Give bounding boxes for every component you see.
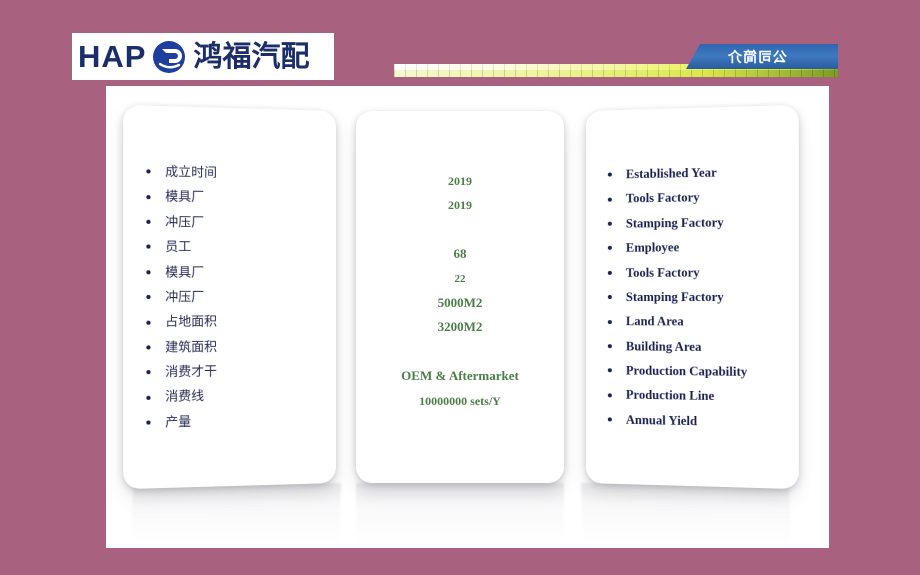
english-label: Production Line: [625, 388, 715, 404]
list-item: Employee: [586, 234, 799, 260]
english-label: Established Year: [625, 165, 717, 182]
ribbon-label: 公司简介: [727, 49, 787, 66]
english-label: Annual Yield: [625, 412, 698, 429]
header-gradient-bar-lower: [394, 70, 838, 77]
list-item: Production Capability: [586, 358, 799, 385]
value-item: 68: [453, 246, 467, 262]
chinese-label: 产量: [165, 413, 192, 430]
value-list: 2019 2019 68 22 5000M2 3200M2 OEM & Afte…: [356, 163, 564, 413]
card-reflection-left: [130, 483, 342, 545]
english-label-list: Established Year Tools Factory Stamping …: [586, 159, 799, 436]
list-item: Tools Factory: [586, 184, 799, 212]
english-labels-card: Established Year Tools Factory Stamping …: [586, 104, 799, 490]
content-panel: 成立时间 模具厂 冲压厂 员工 模具厂 冲压厂 占地面积 建筑面积 消费才干 消…: [106, 86, 829, 548]
values-card: 2019 2019 68 22 5000M2 3200M2 OEM & Afte…: [356, 111, 564, 483]
english-label: Tools Factory: [625, 190, 700, 206]
list-item: 成立时间: [123, 159, 336, 188]
list-item: Established Year: [586, 159, 799, 188]
list-item: Tools Factory: [586, 259, 799, 285]
chinese-label: 消费才干: [165, 363, 217, 380]
chinese-label: 模具厂: [165, 188, 205, 205]
list-item: 冲压厂: [123, 209, 336, 236]
english-labels-card-body: Established Year Tools Factory Stamping …: [586, 105, 799, 489]
list-item: Stamping Factory: [586, 209, 799, 236]
value-item: 2019: [448, 174, 472, 188]
chinese-label: 模具厂: [165, 263, 205, 280]
card-reflection-right: [580, 483, 792, 545]
english-label: Employee: [625, 240, 680, 255]
english-label: Building Area: [625, 338, 702, 354]
chinese-label: 成立时间: [165, 163, 217, 180]
logo-wordmark: HAP: [78, 39, 147, 74]
chinese-label: 冲压厂: [165, 288, 205, 305]
list-item: 产量: [123, 407, 336, 436]
chinese-labels-card: 成立时间 模具厂 冲压厂 员工 模具厂 冲压厂 占地面积 建筑面积 消费才干 消…: [123, 104, 336, 490]
chinese-label: 消费线: [165, 388, 205, 405]
chinese-label-list: 成立时间 模具厂 冲压厂 员工 模具厂 冲压厂 占地面积 建筑面积 消费才干 消…: [123, 159, 336, 436]
list-item: 建筑面积: [123, 334, 336, 360]
value-item: 3200M2: [437, 319, 483, 335]
english-label: Stamping Factory: [625, 289, 724, 305]
list-item: 模具厂: [123, 184, 336, 212]
english-label: Stamping Factory: [625, 214, 724, 231]
english-label: Land Area: [625, 314, 684, 329]
value-item: 2019: [448, 198, 472, 213]
value-item: 22: [454, 272, 466, 285]
chinese-label: 建筑面积: [165, 338, 217, 355]
list-item: Land Area: [586, 309, 799, 335]
value-item: OEM & Aftermarket: [401, 368, 519, 384]
slide-root: HAP 鸿福汽配 公司简介 成立时间 模具厂 冲压厂 员工 模具厂 冲压厂 占地…: [0, 0, 920, 575]
chinese-labels-card-body: 成立时间 模具厂 冲压厂 员工 模具厂 冲压厂 占地面积 建筑面积 消费才干 消…: [123, 105, 336, 489]
value-item: 10000000 sets/Y: [419, 393, 501, 408]
card-reflection-middle: [356, 483, 564, 545]
list-item: Stamping Factory: [586, 285, 799, 310]
list-item: 消费线: [123, 383, 336, 411]
chinese-label: 员工: [165, 238, 192, 255]
list-item: 员工: [123, 234, 336, 260]
values-card-body: 2019 2019 68 22 5000M2 3200M2 OEM & Afte…: [356, 111, 564, 483]
circular-p-emblem-icon: [152, 40, 186, 74]
english-label: Production Capability: [625, 363, 748, 380]
chinese-label: 占地面积: [165, 313, 217, 330]
chinese-label: 冲压厂: [165, 213, 205, 230]
list-item: 冲压厂: [123, 285, 336, 310]
list-item: Annual Yield: [586, 407, 799, 436]
list-item: 占地面积: [123, 309, 336, 335]
list-item: Building Area: [586, 334, 799, 360]
logo-chinese-name: 鸿福汽配: [193, 39, 310, 73]
english-label: Tools Factory: [625, 264, 700, 280]
list-item: Production Line: [586, 383, 799, 411]
value-item: 5000M2: [437, 294, 483, 310]
section-title-ribbon: 公司简介: [686, 44, 838, 69]
list-item: 消费才干: [123, 358, 336, 385]
company-logo: HAP 鸿福汽配: [72, 33, 334, 80]
list-item: 模具厂: [123, 259, 336, 285]
